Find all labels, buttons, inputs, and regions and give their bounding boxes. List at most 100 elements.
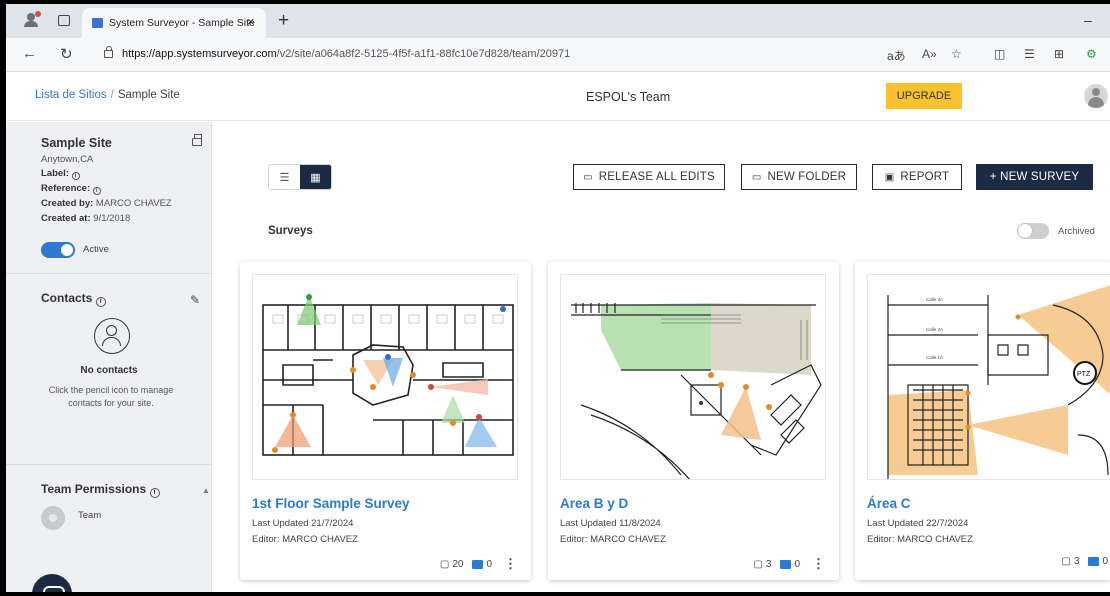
site-info-card: Sample Site Anytown,CA Label: i Referenc… <box>6 122 212 274</box>
new-survey-button[interactable]: + NEW SURVEY <box>976 164 1093 190</box>
back-arrow-icon[interactable]: ← <box>22 45 37 62</box>
breadcrumb-site-list-link[interactable]: Lista de Sitios <box>35 89 107 101</box>
list-view-icon[interactable]: ☰ <box>269 165 300 189</box>
folder-icon: ▭ <box>751 171 762 183</box>
release-all-edits-button[interactable]: ▭ RELEASE ALL EDITS <box>573 164 725 190</box>
favorites-list-icon[interactable]: ☰ <box>1024 47 1035 61</box>
tab-close-icon[interactable]: × <box>247 14 255 29</box>
surveys-heading: Surveys <box>268 225 313 237</box>
grid-view-icon[interactable]: ▦ <box>300 165 331 189</box>
sidebar-scroll-up-icon[interactable]: ▲ <box>202 486 210 495</box>
url-text: https://app.systemsurveyor.com/v2/site/a… <box>122 48 571 60</box>
info-icon[interactable]: i <box>71 172 80 180</box>
lock-icon <box>104 46 113 58</box>
app-header: Lista de Sitios / Sample Site ESPOL's Team… <box>6 73 1110 121</box>
info-icon[interactable]: i <box>149 488 160 498</box>
survey-title-link[interactable]: Área C <box>867 496 911 511</box>
print-icon[interactable] <box>192 134 202 146</box>
survey-title-link[interactable]: 1st Floor Sample Survey <box>252 496 410 511</box>
contacts-heading: Contacts i <box>41 291 106 307</box>
site-created-by-row: Created by: MARCO CHAVEZ <box>41 198 172 209</box>
no-contacts-title: No contacts <box>80 365 138 376</box>
survey-card[interactable]: 1st Floor Sample Survey Last Updated 21/… <box>240 262 531 580</box>
active-toggle[interactable] <box>41 242 75 258</box>
survey-editor: Editor: MARCO CHAVEZ <box>867 534 973 545</box>
survey-last-updated: Last Updated 11/8/2024 <box>560 518 661 529</box>
site-sidebar: Sample Site Anytown,CA Label: i Referenc… <box>6 122 212 592</box>
pages-icon: ▢ <box>1061 556 1071 567</box>
active-toggle-label: Active <box>83 244 109 255</box>
site-created-at-row: Created at: 9/1/2018 <box>41 213 131 224</box>
floor-plan-thumbnail[interactable] <box>560 274 826 480</box>
breadcrumb: Lista de Sitios / Sample Site <box>35 89 180 101</box>
comments-icon[interactable] <box>780 559 792 569</box>
more-options-icon[interactable]: ⋮ <box>504 556 517 572</box>
team-permissions-section: Team Permissions i Team <box>6 466 212 592</box>
pages-icon: ▢ <box>439 558 450 570</box>
comment-count: 0 <box>1102 556 1108 567</box>
minimize-button[interactable]: – <box>1084 12 1092 28</box>
team-permission-label: Team <box>78 510 102 521</box>
pencil-icon[interactable]: ✎ <box>190 293 200 307</box>
team-permissions-heading: Team Permissions i <box>41 482 160 498</box>
site-label-row: Label: i <box>41 168 80 180</box>
svg-text:Calle 3A: Calle 3A <box>926 297 943 302</box>
surveys-main: ☰ ▦ ▭ RELEASE ALL EDITS ▭ NEW FOLDER ▣ REPO… <box>213 122 1110 592</box>
site-reference-row: Reference: i <box>41 183 101 195</box>
archived-filter: Archived <box>1017 223 1095 239</box>
reload-icon[interactable]: ↻ <box>60 45 73 63</box>
new-tab-button[interactable]: + <box>278 10 289 32</box>
page-count: 3 <box>1073 556 1080 567</box>
folder-icon: ▭ <box>583 171 593 183</box>
svg-text:Calle 1A: Calle 1A <box>926 355 943 360</box>
browser-tab-strip: System Surveyor - Sample Site × + – <box>6 4 1110 38</box>
browser-tab-active[interactable]: System Surveyor - Sample Site × <box>82 8 266 38</box>
breadcrumb-current: Sample Site <box>117 89 180 101</box>
tab-actions-icon[interactable] <box>58 15 70 26</box>
breadcrumb-separator: / <box>110 89 114 101</box>
floor-plan-thumbnail[interactable] <box>252 274 518 480</box>
survey-card-footer: ▢ 3 0 ⋮ <box>753 556 825 572</box>
address-bar[interactable]: https://app.systemsurveyor.com/v2/site/a… <box>96 42 866 68</box>
browser-window: System Surveyor - Sample Site × + – ← ↻ … <box>6 4 1110 592</box>
upgrade-button[interactable]: UPGRADE <box>886 83 962 109</box>
pages-icon: ▢ <box>753 558 763 570</box>
page-count: 20 <box>452 558 464 570</box>
survey-editor: Editor: MARCO CHAVEZ <box>252 534 358 545</box>
profile-icon[interactable] <box>24 11 41 27</box>
new-folder-button[interactable]: ▭ NEW FOLDER <box>741 164 857 190</box>
tab-title: System Surveyor - Sample Site <box>109 17 255 29</box>
survey-title-link[interactable]: Area B y D <box>560 496 628 511</box>
more-options-icon[interactable]: ⋮ <box>812 556 825 572</box>
extension-icon[interactable]: ⚙ <box>1086 47 1097 61</box>
comments-icon[interactable] <box>1088 557 1100 566</box>
split-screen-icon[interactable]: ◫ <box>994 47 1005 61</box>
survey-last-updated: Last Updated 21/7/2024 <box>252 518 354 529</box>
printer-icon: ▣ <box>884 171 895 183</box>
survey-card[interactable]: PTZ Calle 3A Calle 2A Calle 1A Área C La… <box>855 262 1110 580</box>
page-count: 3 <box>765 558 772 570</box>
archived-label: Archived <box>1058 225 1095 237</box>
comment-count: 0 <box>794 558 800 570</box>
archived-toggle[interactable] <box>1017 223 1049 239</box>
comment-count: 0 <box>486 558 492 570</box>
view-toggle: ☰ ▦ <box>268 164 332 190</box>
user-avatar[interactable] <box>1084 84 1108 108</box>
survey-card-footer: ▢ 3 0 <box>1061 556 1108 567</box>
survey-card[interactable]: Area B y D Last Updated 11/8/2024 Editor… <box>548 262 839 580</box>
browser-toolbar: ← ↻ https://app.systemsurveyor.com/v2/si… <box>6 38 1110 72</box>
comments-icon[interactable] <box>472 559 484 569</box>
report-button[interactable]: ▣ REPORT <box>872 164 962 190</box>
floor-plan-thumbnail[interactable]: PTZ Calle 3A Calle 2A Calle 1A <box>867 274 1110 480</box>
favorite-star-icon[interactable]: ☆ <box>951 47 962 61</box>
collections-icon[interactable]: ⊞ <box>1054 47 1064 61</box>
site-title: Sample Site <box>41 136 112 150</box>
text-size-icon[interactable]: A» <box>922 47 937 61</box>
svg-text:Calle 2A: Calle 2A <box>926 327 943 332</box>
read-aloud-icon[interactable]: aあ <box>887 47 906 64</box>
site-favicon-icon <box>92 18 103 28</box>
contact-person-icon <box>94 318 130 354</box>
survey-card-footer: ▢ 20 0 ⋮ <box>440 556 517 572</box>
info-icon[interactable]: i <box>95 297 106 307</box>
info-icon[interactable]: i <box>92 187 101 195</box>
